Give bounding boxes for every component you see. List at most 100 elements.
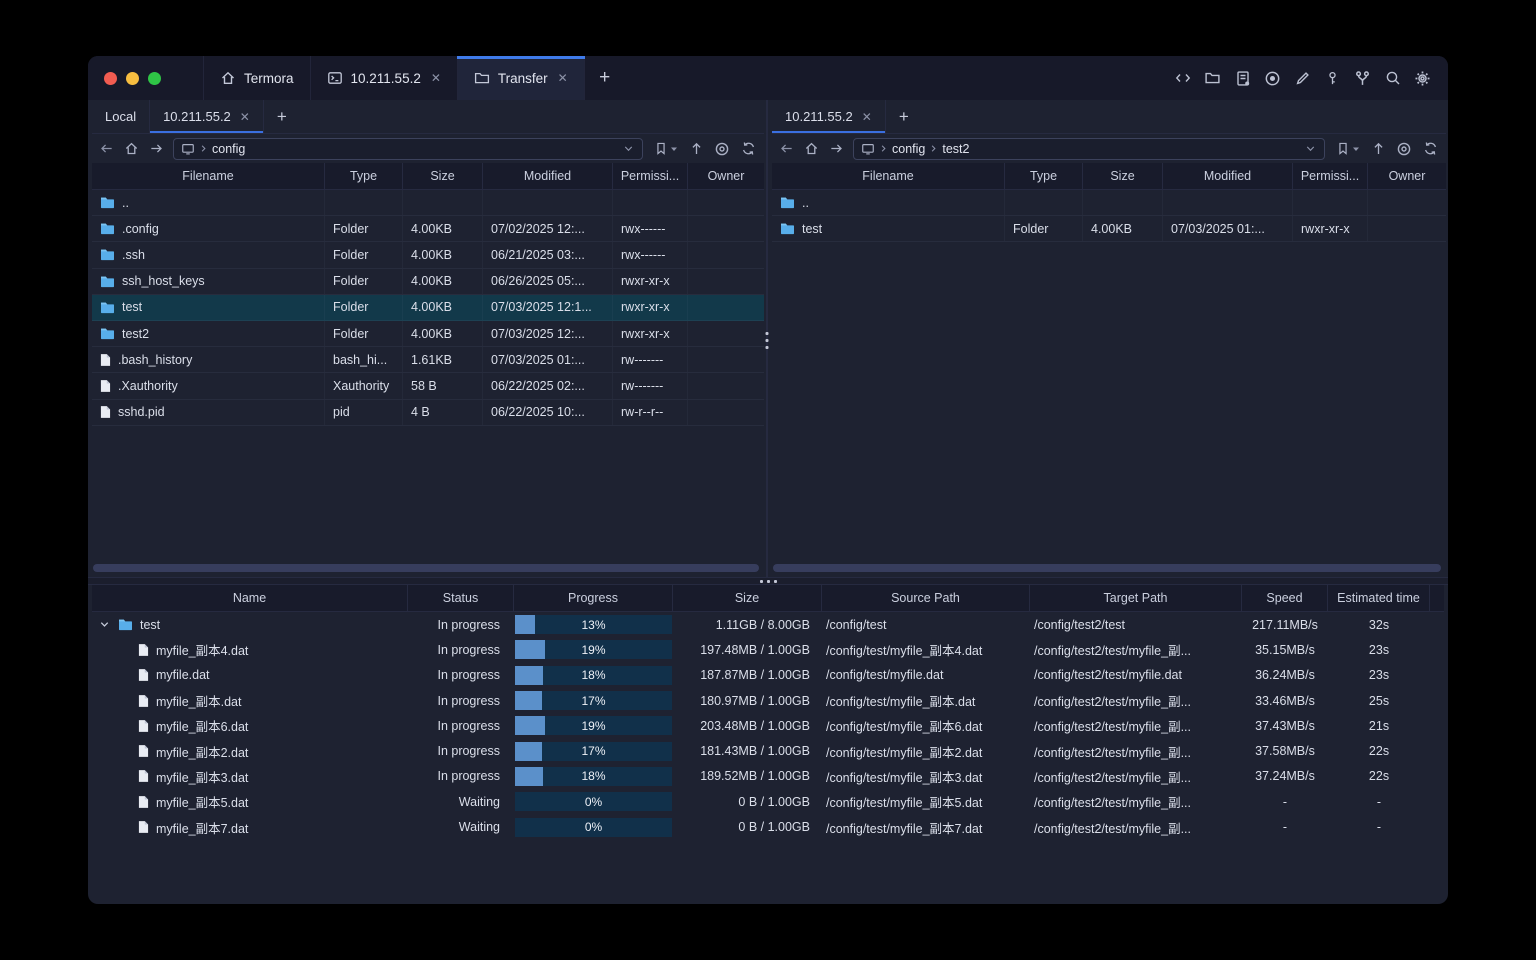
file-row[interactable]: .bash_history bash_hi... 1.61KB 07/03/20… (92, 347, 764, 374)
show-hidden-eye-icon[interactable] (714, 141, 730, 157)
record-icon[interactable] (1263, 69, 1282, 88)
tab-remote-host[interactable]: 10.211.55.2 ✕ (150, 100, 264, 133)
column-header-size[interactable]: Size (1083, 163, 1163, 189)
transfer-row[interactable]: myfile_副本5.dat Waiting 0% 0 B / 1.00GB /… (92, 789, 1444, 814)
home-icon[interactable] (803, 141, 819, 157)
type-cell: pid (325, 399, 403, 425)
column-header-status[interactable]: Status (408, 585, 514, 611)
tab-remote-host[interactable]: 10.211.55.2 ✕ (772, 100, 886, 133)
maximize-window-button[interactable] (148, 71, 161, 85)
refresh-icon[interactable] (1422, 141, 1438, 157)
speed-cell: - (1282, 820, 1288, 835)
show-hidden-eye-icon[interactable] (1396, 141, 1412, 157)
close-tab-icon[interactable]: ✕ (862, 110, 872, 124)
transfer-row[interactable]: myfile.dat In progress 18% 187.87MB / 1.… (92, 663, 1444, 688)
column-header-progress[interactable]: Progress (514, 585, 673, 611)
column-header-modified[interactable]: Modified (1163, 163, 1293, 189)
column-header-filename[interactable]: Filename (772, 163, 1005, 189)
file-row[interactable]: .. (772, 190, 1446, 217)
upload-arrow-icon[interactable] (688, 141, 704, 157)
column-header-owner[interactable]: Owner (688, 163, 764, 189)
keychain-icon[interactable] (1353, 69, 1372, 88)
file-row[interactable]: ssh_host_keys Folder 4.00KB 06/26/2025 0… (92, 268, 764, 295)
column-header-speed[interactable]: Speed (1242, 585, 1328, 611)
minimize-window-button[interactable] (126, 71, 139, 85)
close-tab-icon[interactable]: ✕ (431, 71, 441, 85)
file-row[interactable]: sshd.pid pid 4 B 06/22/2025 10:... rw-r-… (92, 399, 764, 426)
key-icon[interactable] (1323, 69, 1342, 88)
close-tab-icon[interactable]: ✕ (240, 110, 250, 124)
transfer-row[interactable]: myfile_副本6.dat In progress 19% 203.48MB … (92, 713, 1444, 738)
column-header-estimated-time[interactable]: Estimated time (1328, 585, 1430, 611)
folder-icon[interactable] (1203, 69, 1222, 88)
column-header-source-path[interactable]: Source Path (822, 585, 1030, 611)
horizontal-splitter[interactable] (88, 577, 1448, 585)
tab-transfer[interactable]: Transfer ✕ (456, 56, 585, 100)
transfer-row[interactable]: myfile_副本4.dat In progress 19% 197.48MB … (92, 637, 1444, 662)
refresh-icon[interactable] (740, 141, 756, 157)
column-header-type[interactable]: Type (1005, 163, 1083, 189)
chevron-down-icon[interactable] (1304, 142, 1317, 155)
column-header-filename[interactable]: Filename (92, 163, 325, 189)
close-tab-icon[interactable]: ✕ (558, 71, 568, 85)
column-header-size[interactable]: Size (673, 585, 822, 611)
transfer-row[interactable]: myfile_副本2.dat In progress 17% 181.43MB … (92, 738, 1444, 763)
column-header-size[interactable]: Size (403, 163, 483, 189)
column-header-modified[interactable]: Modified (483, 163, 613, 189)
search-icon[interactable] (1383, 69, 1402, 88)
breadcrumb-segment[interactable]: config (212, 142, 245, 156)
column-header-target-path[interactable]: Target Path (1030, 585, 1242, 611)
edit-icon[interactable] (1293, 69, 1312, 88)
path-input[interactable]: config test2 (853, 137, 1325, 160)
column-header-permissions[interactable]: Permissi... (1293, 163, 1368, 189)
file-row[interactable]: .Xauthority Xauthority 58 B 06/22/2025 0… (92, 373, 764, 400)
tab-termora[interactable]: Termora (203, 56, 311, 100)
settings-gear-icon[interactable] (1413, 69, 1432, 88)
file-row[interactable]: test Folder 4.00KB 07/03/2025 12:1... rw… (92, 294, 764, 321)
file-row[interactable]: test2 Folder 4.00KB 07/03/2025 12:... rw… (92, 320, 764, 348)
file-row[interactable]: .config Folder 4.00KB 07/02/2025 12:... … (92, 216, 764, 243)
transfer-row[interactable]: myfile_副本3.dat In progress 18% 189.52MB … (92, 764, 1444, 789)
home-icon[interactable] (123, 141, 139, 157)
back-arrow-icon[interactable] (778, 141, 794, 157)
column-header-owner[interactable]: Owner (1368, 163, 1446, 189)
source-path-cell: /config/test/myfile_副本.dat (826, 695, 976, 710)
new-panel-tab-button[interactable]: + (886, 100, 922, 133)
progress-cell: 0% (514, 814, 673, 839)
new-tab-button[interactable]: + (585, 56, 625, 100)
bookmark-button[interactable] (654, 141, 678, 156)
code-icon[interactable] (1173, 69, 1192, 88)
column-header-name[interactable]: Name (92, 585, 408, 611)
tab-host-session[interactable]: 10.211.55.2 ✕ (311, 56, 458, 100)
bookmark-button[interactable] (1336, 141, 1360, 156)
breadcrumb: config test2 (878, 142, 969, 156)
back-arrow-icon[interactable] (98, 141, 114, 157)
progress-bar: 0% (515, 792, 672, 812)
tab-local[interactable]: Local (92, 100, 151, 133)
horizontal-scrollbar[interactable] (93, 564, 759, 572)
breadcrumb-segment[interactable]: config (892, 142, 925, 156)
column-header-type[interactable]: Type (325, 163, 403, 189)
file-row[interactable]: .. (92, 190, 764, 217)
splitter-handle[interactable] (759, 579, 777, 583)
file-row[interactable]: .ssh Folder 4.00KB 06/21/2025 03:... rwx… (92, 242, 764, 269)
filename-text: .config (122, 221, 159, 236)
path-input[interactable]: config (173, 137, 643, 160)
close-window-button[interactable] (104, 71, 117, 85)
name-cell: myfile_副本7.dat (92, 814, 408, 839)
breadcrumb-segment[interactable]: test2 (942, 142, 969, 156)
expand-chevron-icon[interactable] (98, 619, 111, 630)
transfer-row[interactable]: test In progress 13% 1.11GB / 8.00GB /co… (92, 612, 1444, 637)
session-log-icon[interactable] (1233, 69, 1252, 88)
new-panel-tab-button[interactable]: + (264, 100, 300, 133)
transfer-row[interactable]: myfile_副本7.dat Waiting 0% 0 B / 1.00GB /… (92, 814, 1444, 839)
name-cell: myfile.dat (92, 663, 408, 688)
horizontal-scrollbar[interactable] (773, 564, 1441, 572)
transfer-row[interactable]: myfile_副本.dat In progress 17% 180.97MB /… (92, 688, 1444, 713)
file-row[interactable]: test Folder 4.00KB 07/03/2025 01:... rwx… (772, 216, 1446, 243)
column-header-permissions[interactable]: Permissi... (613, 163, 688, 189)
forward-arrow-icon[interactable] (828, 141, 844, 157)
forward-arrow-icon[interactable] (148, 141, 164, 157)
upload-arrow-icon[interactable] (1370, 141, 1386, 157)
chevron-down-icon[interactable] (622, 142, 635, 155)
